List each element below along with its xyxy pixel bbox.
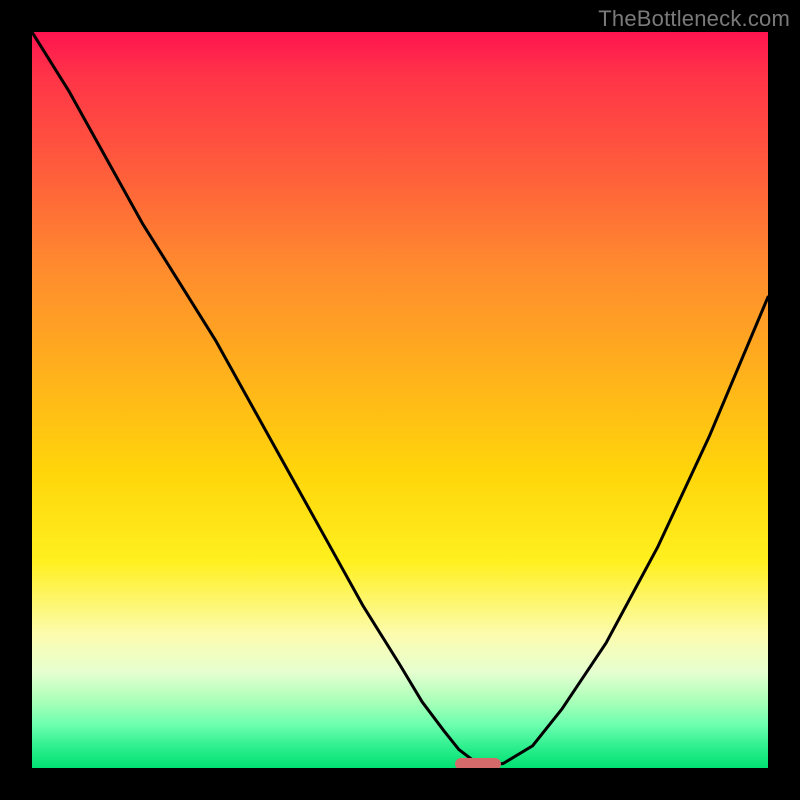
chart-frame: TheBottleneck.com: [0, 0, 800, 800]
optimal-marker: [455, 758, 501, 768]
plot-area: [32, 32, 768, 768]
bottleneck-curve: [32, 32, 768, 768]
watermark: TheBottleneck.com: [598, 6, 790, 32]
